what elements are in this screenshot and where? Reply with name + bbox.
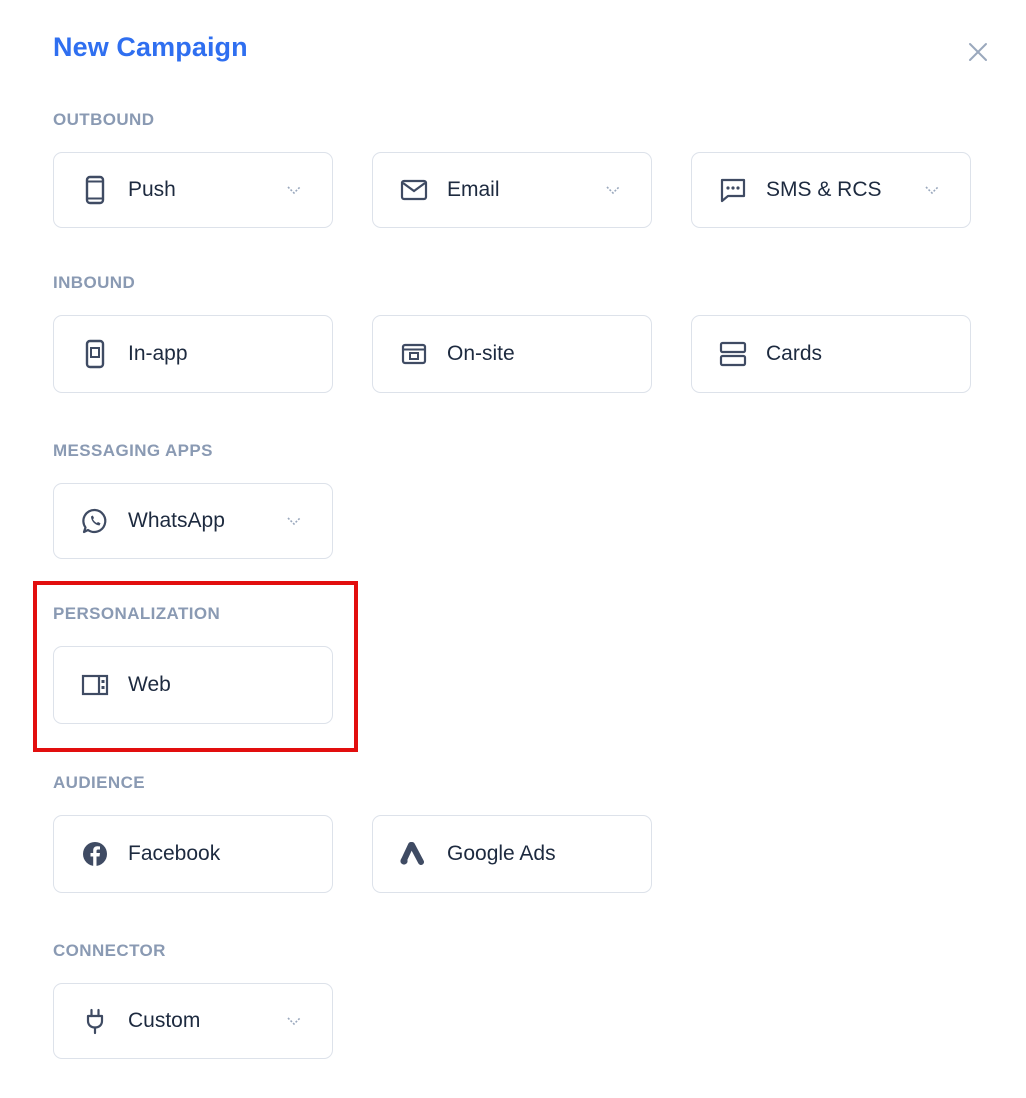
envelope-icon <box>399 175 429 205</box>
new-campaign-modal: New Campaign OUTBOUND Push Email SMS & R… <box>0 0 1026 1098</box>
campaign-option-label: Custom <box>128 1009 201 1032</box>
campaign-option-email[interactable]: Email <box>372 152 652 228</box>
campaign-option-in-app[interactable]: In-app <box>53 315 333 393</box>
chevron-down-icon[interactable] <box>605 185 621 195</box>
campaign-option-label: SMS & RCS <box>766 178 882 201</box>
campaign-option-whatsapp[interactable]: WhatsApp <box>53 483 333 559</box>
browser-window-icon <box>399 339 429 369</box>
campaign-option-push[interactable]: Push <box>53 152 333 228</box>
section-label-inbound: INBOUND <box>53 273 136 292</box>
campaign-option-label: WhatsApp <box>128 509 225 532</box>
mobile-phone-icon <box>80 175 110 205</box>
section-label-outbound: OUTBOUND <box>53 110 155 129</box>
campaign-option-facebook[interactable]: Facebook <box>53 815 333 893</box>
section-label-connector: CONNECTOR <box>53 941 166 960</box>
chevron-down-icon[interactable] <box>924 185 940 195</box>
stacked-cards-icon <box>718 339 748 369</box>
campaign-option-label: In-app <box>128 342 188 365</box>
highlight-box <box>33 581 358 752</box>
chat-bubble-icon <box>718 175 748 205</box>
section-label-audience: AUDIENCE <box>53 773 145 792</box>
campaign-option-custom[interactable]: Custom <box>53 983 333 1059</box>
campaign-option-google-ads[interactable]: Google Ads <box>372 815 652 893</box>
modal-title: New Campaign <box>53 32 248 62</box>
whatsapp-icon <box>80 506 110 536</box>
campaign-option-sms-rcs[interactable]: SMS & RCS <box>691 152 971 228</box>
section-label-messaging-apps: MESSAGING APPS <box>53 441 213 460</box>
campaign-option-label: Google Ads <box>447 842 556 865</box>
in-app-phone-icon <box>80 339 110 369</box>
campaign-option-label: On-site <box>447 342 515 365</box>
campaign-option-label: Push <box>128 178 176 201</box>
chevron-down-icon[interactable] <box>286 185 302 195</box>
campaign-option-label: Email <box>447 178 500 201</box>
close-button[interactable] <box>962 36 994 68</box>
campaign-option-label: Facebook <box>128 842 221 865</box>
google-ads-icon <box>399 839 429 869</box>
close-icon <box>969 43 987 61</box>
chevron-down-icon[interactable] <box>286 1016 302 1026</box>
chevron-down-icon[interactable] <box>286 516 302 526</box>
campaign-option-on-site[interactable]: On-site <box>372 315 652 393</box>
plug-icon <box>80 1006 110 1036</box>
campaign-option-cards[interactable]: Cards <box>691 315 971 393</box>
facebook-icon <box>80 839 110 869</box>
campaign-option-label: Cards <box>766 342 823 365</box>
